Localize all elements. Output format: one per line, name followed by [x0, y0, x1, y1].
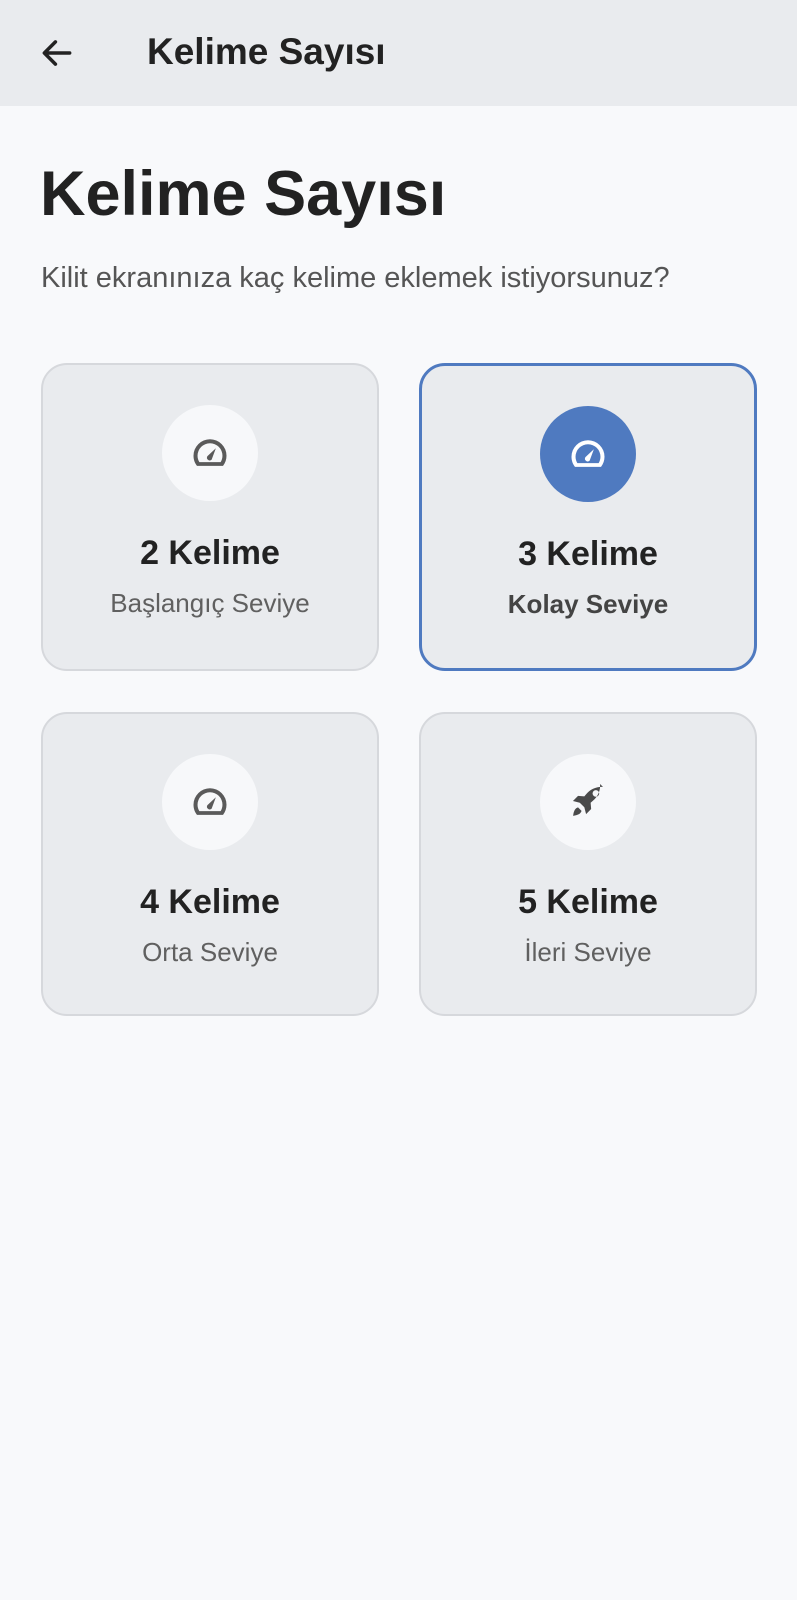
speedometer-icon	[188, 431, 232, 475]
option-card-3-words[interactable]: 3 Kelime Kolay Seviye	[419, 363, 757, 671]
option-icon-circle	[162, 405, 258, 501]
option-title: 3 Kelime	[518, 535, 658, 573]
option-icon-circle	[162, 754, 258, 850]
option-title: 2 Kelime	[140, 534, 280, 572]
option-card-2-words[interactable]: 2 Kelime Başlangıç Seviye	[41, 363, 379, 671]
option-card-4-words[interactable]: 4 Kelime Orta Seviye	[41, 712, 379, 1016]
option-title: 4 Kelime	[140, 883, 280, 921]
appbar-title: Kelime Sayısı	[147, 31, 386, 72]
option-level: İleri Seviye	[524, 937, 652, 967]
option-card-5-words[interactable]: 5 Kelime İleri Seviye	[419, 712, 757, 1016]
option-title: 5 Kelime	[518, 883, 658, 921]
arrow-left-icon	[38, 34, 76, 72]
option-level: Orta Seviye	[142, 937, 278, 967]
back-button[interactable]	[30, 26, 84, 80]
option-icon-circle	[540, 406, 636, 502]
speedometer-icon	[566, 432, 610, 476]
option-icon-circle	[540, 754, 636, 850]
rocket-icon	[567, 781, 609, 823]
option-level: Kolay Seviye	[507, 589, 669, 619]
app-bar: Kelime Sayısı	[0, 0, 797, 106]
page-subtitle: Kilit ekranınıza kaç kelime eklemek isti…	[41, 262, 670, 294]
speedometer-icon	[188, 780, 232, 824]
option-level: Başlangıç Seviye	[110, 588, 310, 618]
page-title: Kelime Sayısı	[40, 159, 447, 229]
